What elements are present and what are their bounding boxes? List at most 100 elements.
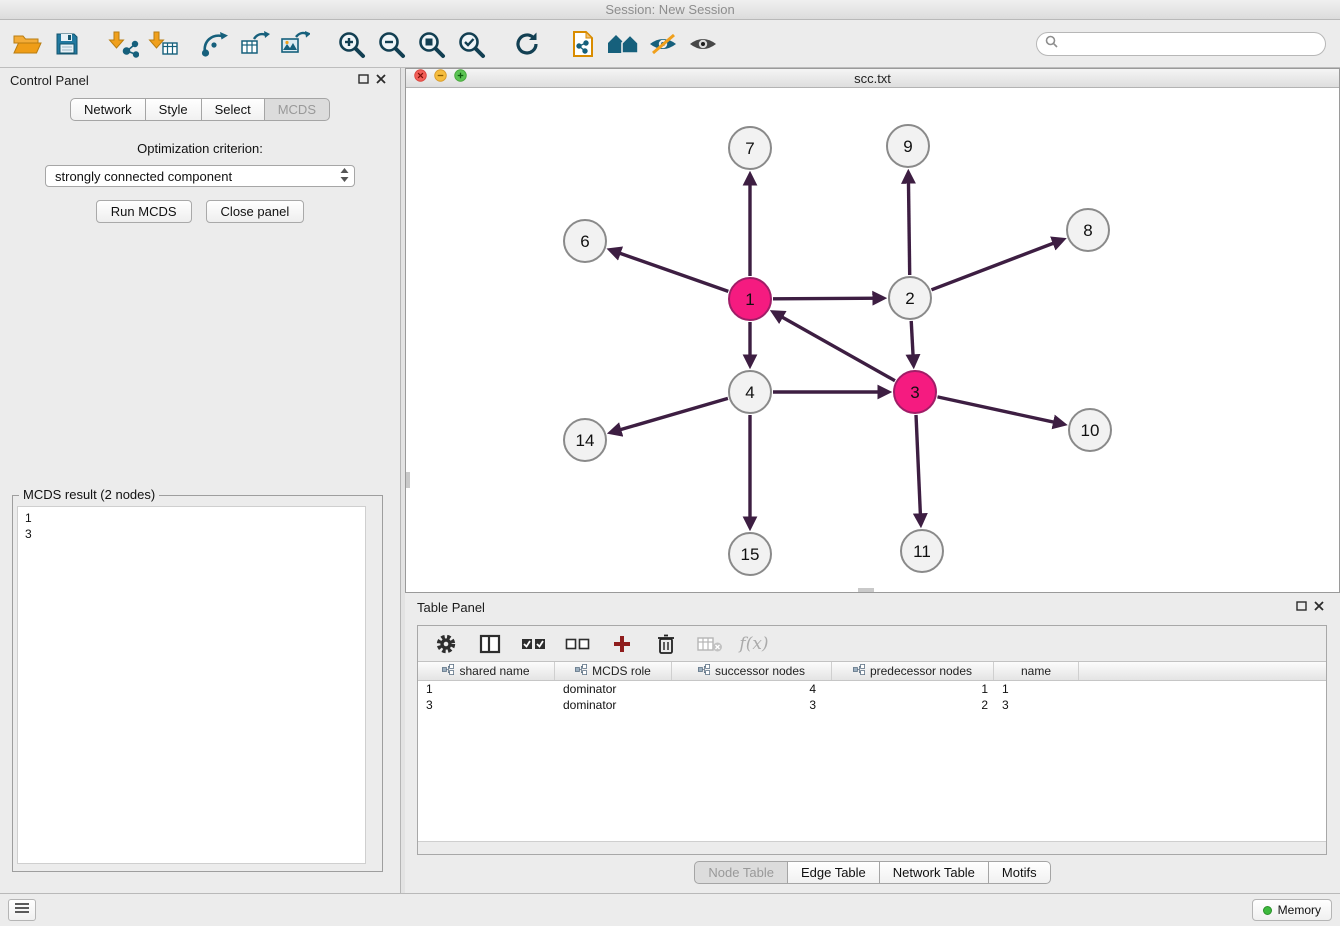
import-table-button[interactable]	[146, 26, 180, 62]
table-horizontal-scrollbar[interactable]	[418, 841, 1326, 854]
open-file-button[interactable]	[10, 26, 44, 62]
search-icon	[1045, 35, 1058, 53]
sort-icon	[698, 664, 710, 678]
tab-style[interactable]: Style	[145, 98, 202, 121]
zoom-fit-button[interactable]	[414, 26, 448, 62]
hide-selected-button[interactable]	[646, 26, 680, 62]
memory-button[interactable]: Memory	[1252, 899, 1332, 921]
new-network-icon	[200, 31, 230, 57]
graph-edge-3-10[interactable]	[937, 397, 1062, 424]
column-header-shared-name[interactable]: shared name	[418, 662, 555, 680]
column-settings-button[interactable]	[432, 630, 460, 658]
select-all-button[interactable]	[520, 630, 548, 658]
float-window-icon	[1296, 598, 1307, 616]
node-table-container: f(x) shared name MCDS role successor nod…	[417, 625, 1327, 855]
column-header-predecessor-nodes[interactable]: predecessor nodes	[832, 662, 994, 680]
graph-edge-2-9[interactable]	[908, 174, 909, 275]
network-window-title: scc.txt	[406, 69, 1339, 88]
tab-mcds[interactable]: MCDS	[264, 98, 330, 121]
trash-icon	[656, 633, 676, 655]
save-session-button[interactable]	[50, 26, 84, 62]
deselect-all-button[interactable]	[564, 630, 592, 658]
zoom-selected-button[interactable]	[454, 26, 488, 62]
tab-select[interactable]: Select	[201, 98, 265, 121]
close-table-panel-button[interactable]	[1310, 599, 1328, 615]
float-panel-button[interactable]	[354, 72, 372, 88]
close-panel-action-button[interactable]: Close panel	[206, 200, 305, 223]
apply-function-button[interactable]: f(x)	[740, 630, 768, 658]
status-bar: Memory	[0, 893, 1340, 926]
graph-edge-1-2[interactable]	[773, 298, 882, 299]
tab-node-table[interactable]: Node Table	[694, 861, 788, 884]
table-cell: 1	[994, 681, 1079, 697]
delete-column-icon	[697, 635, 723, 653]
import-network-icon	[107, 30, 139, 58]
column-header-mcds-role[interactable]: MCDS role	[555, 662, 672, 680]
refresh-view-button[interactable]	[510, 26, 544, 62]
horizontal-scrollbar[interactable]	[858, 588, 874, 592]
sort-icon	[575, 664, 587, 678]
home-icon	[606, 31, 640, 57]
table-cell: dominator	[555, 681, 672, 697]
network-window: scc.txt 1234678910111415	[405, 68, 1340, 593]
search-field[interactable]	[1036, 32, 1326, 56]
table-row[interactable]: 3dominator323	[418, 697, 1326, 713]
run-mcds-button[interactable]: Run MCDS	[96, 200, 192, 223]
graph-edge-3-11[interactable]	[916, 415, 921, 523]
graph-edge-2-8[interactable]	[931, 240, 1061, 290]
node-table-body: 1dominator4113dominator323	[418, 681, 1326, 841]
new-network-button[interactable]	[198, 26, 232, 62]
graph-node-label-3: 3	[910, 383, 919, 402]
import-network-button[interactable]	[106, 26, 140, 62]
deselect-all-icon	[565, 635, 591, 653]
graph-node-label-14: 14	[576, 431, 595, 450]
delete-column-button[interactable]	[696, 630, 724, 658]
home-overview-button[interactable]	[606, 26, 640, 62]
mcds-result-list[interactable]: 1 3	[17, 506, 366, 864]
graph-edge-2-3[interactable]	[911, 321, 913, 364]
table-cell: 3	[418, 697, 555, 713]
add-row-button[interactable]	[608, 630, 636, 658]
tab-network[interactable]: Network	[70, 98, 146, 121]
app-window: Session: New Session	[0, 0, 1340, 926]
float-table-panel-button[interactable]	[1292, 599, 1310, 615]
network-window-titlebar[interactable]: scc.txt	[406, 69, 1339, 88]
eye-slash-icon	[647, 32, 679, 56]
search-input[interactable]	[1064, 36, 1317, 51]
graph-edge-4-14[interactable]	[612, 398, 728, 432]
duplicate-network-button[interactable]	[566, 26, 600, 62]
window-title: Session: New Session	[0, 0, 1340, 20]
criterion-dropdown[interactable]: strongly connected component	[45, 165, 355, 187]
table-cell: 3	[994, 697, 1079, 713]
table-row[interactable]: 1dominator411	[418, 681, 1326, 697]
export-image-button[interactable]	[278, 26, 312, 62]
optimization-criterion-label: Optimization criterion:	[0, 141, 400, 156]
column-header-successor-nodes[interactable]: successor nodes	[672, 662, 832, 680]
control-panel-tabs: Network Style Select MCDS	[0, 98, 400, 121]
graph-edge-3-1[interactable]	[774, 313, 895, 381]
table-cell: dominator	[555, 697, 672, 713]
vertical-scrollbar[interactable]	[406, 472, 410, 488]
tab-motifs[interactable]: Motifs	[988, 861, 1051, 884]
task-history-button[interactable]	[8, 899, 36, 921]
zoom-in-button[interactable]	[334, 26, 368, 62]
delete-row-button[interactable]	[652, 630, 680, 658]
table-tabs: Node Table Edge Table Network Table Moti…	[405, 861, 1340, 884]
tab-network-table[interactable]: Network Table	[879, 861, 989, 884]
fx-icon: f(x)	[739, 634, 768, 654]
close-panel-button[interactable]	[372, 72, 390, 88]
show-all-button[interactable]	[686, 26, 720, 62]
table-toolbar: f(x)	[418, 626, 1326, 662]
network-canvas[interactable]: 1234678910111415	[406, 88, 1339, 592]
column-header-name[interactable]: name	[994, 662, 1079, 680]
select-all-icon	[521, 635, 547, 653]
tab-edge-table[interactable]: Edge Table	[787, 861, 880, 884]
graph-edge-1-6[interactable]	[611, 250, 728, 291]
graph-node-label-15: 15	[741, 545, 760, 564]
toggle-panel-button[interactable]	[476, 630, 504, 658]
zoom-out-icon	[376, 29, 406, 59]
export-table-button[interactable]	[238, 26, 272, 62]
floppy-disk-icon	[54, 31, 80, 57]
zoom-out-button[interactable]	[374, 26, 408, 62]
memory-button-label: Memory	[1278, 903, 1321, 917]
